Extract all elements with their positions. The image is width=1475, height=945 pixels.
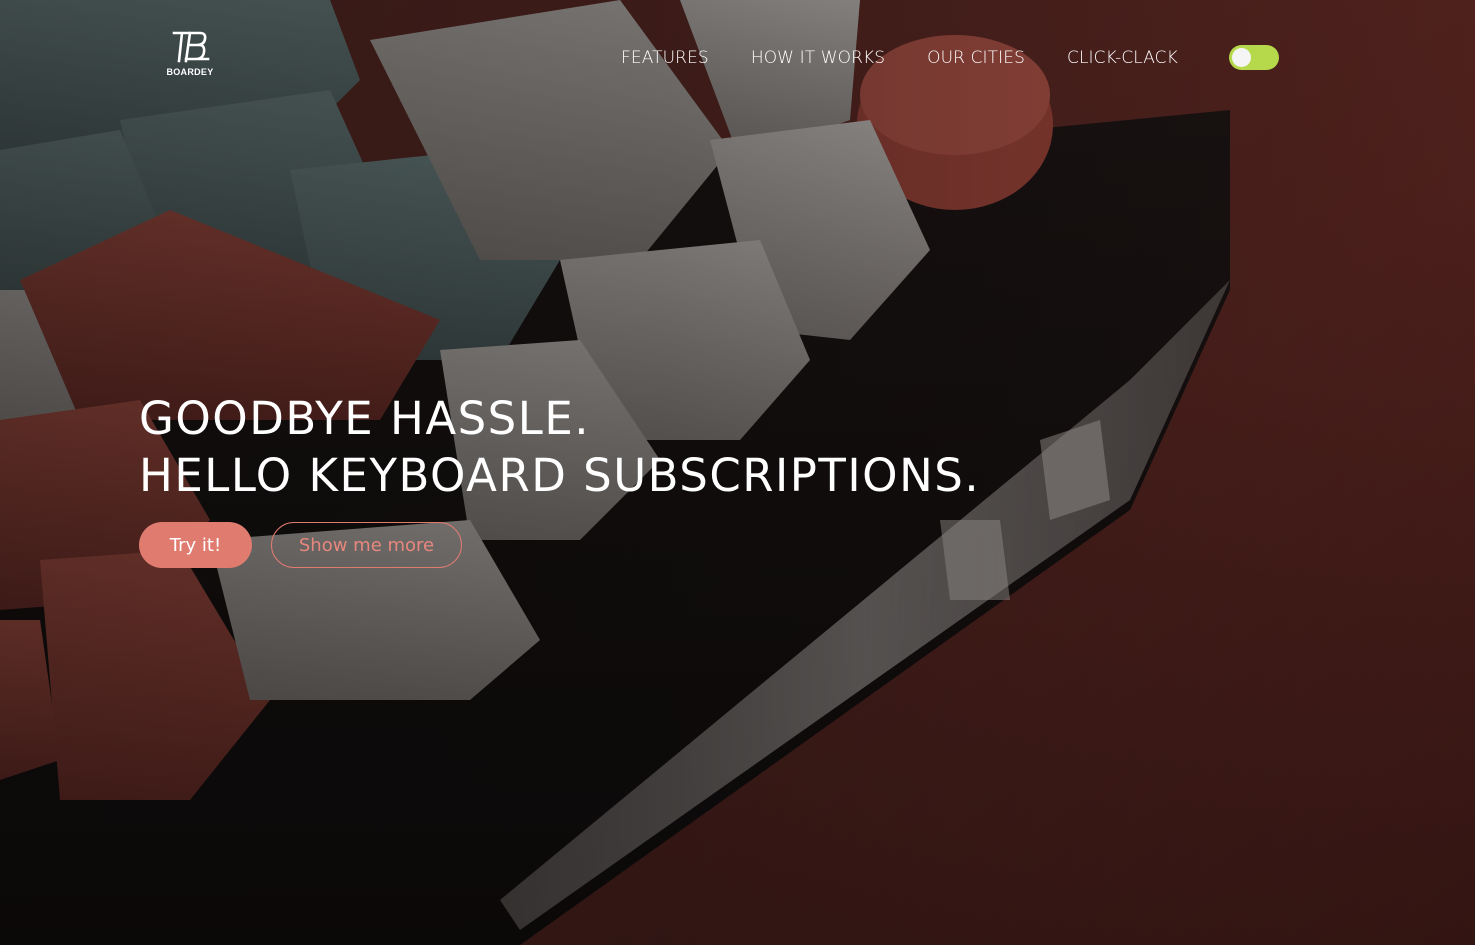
nav-link-features[interactable]: FEATURES bbox=[621, 46, 709, 70]
headline-line-2: HELLO KEYBOARD SUBSCRIPTIONS. bbox=[139, 449, 981, 502]
toggle-knob bbox=[1232, 48, 1251, 67]
nav-link-our-cities[interactable]: OUR CITIES bbox=[927, 46, 1025, 70]
try-it-button[interactable]: Try it! bbox=[139, 522, 252, 568]
headline-line-1: GOODBYE HASSLE. bbox=[139, 392, 591, 445]
main-nav: FEATURES HOW IT WORKS OUR CITIES CLICK-C… bbox=[600, 46, 1199, 70]
boardey-monogram-icon bbox=[172, 31, 210, 63]
brand-name: BOARDEY bbox=[166, 67, 214, 77]
nav-link-click-clack[interactable]: CLICK-CLACK bbox=[1067, 46, 1178, 70]
show-me-more-button[interactable]: Show me more bbox=[271, 522, 462, 568]
theme-toggle-switch[interactable] bbox=[1229, 45, 1279, 70]
brand-logo[interactable]: BOARDEY bbox=[166, 30, 214, 82]
nav-link-how-it-works[interactable]: HOW IT WORKS bbox=[751, 46, 885, 70]
hero-section: BOARDEY FEATURES HOW IT WORKS OUR CITIES… bbox=[0, 0, 1475, 945]
hero-headline: GOODBYE HASSLE. HELLO KEYBOARD SUBSCRIPT… bbox=[139, 390, 980, 504]
